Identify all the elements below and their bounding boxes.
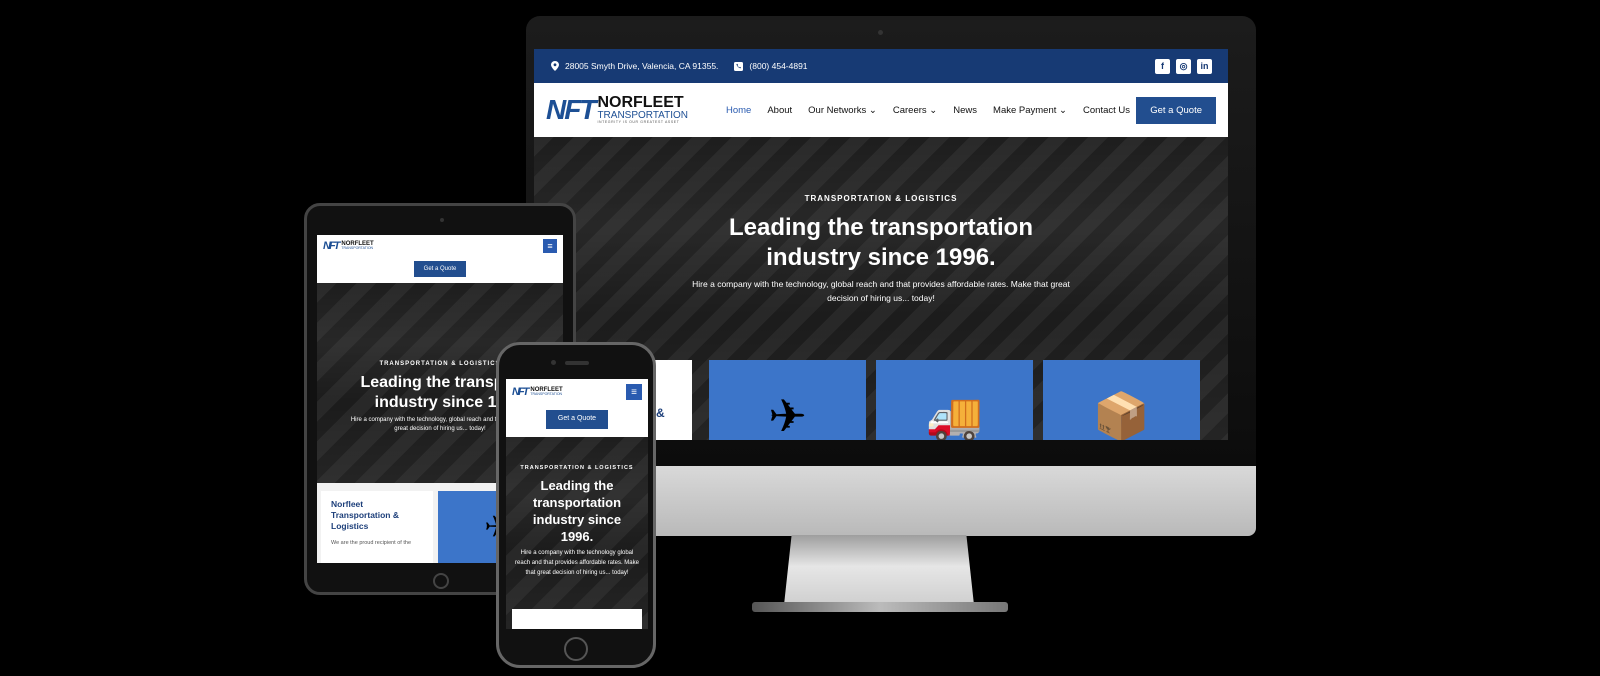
site-logo[interactable]: NFT NORFLEET TRANSPORTATION INTEGRITY IS… <box>546 94 688 126</box>
hero-body: Hire a company with the technology globa… <box>515 550 639 576</box>
instagram-icon[interactable]: ◎ <box>1176 58 1191 74</box>
imac-camera <box>878 30 883 35</box>
phone-icon <box>734 61 744 71</box>
hero-section: TRANSPORTATION & LOGISTICS Leading the t… <box>506 437 648 629</box>
phone-device: NFT NORFLEET TRANSPORTATION ≡ Get a Quot… <box>496 342 656 668</box>
hamburger-menu-icon[interactable]: ≡ <box>626 384 642 400</box>
logo-tagline: INTEGRITY IS OUR GREATEST ASSET <box>597 120 680 125</box>
tablet-home-button <box>433 573 449 589</box>
hero-title: Leading the transportation industry sinc… <box>728 214 1033 271</box>
logo-sub: TRANSPORTATION <box>341 246 374 251</box>
nav-item-news[interactable]: News <box>953 105 977 116</box>
address-item: 28005 Smyth Drive, Valencia, CA 91355. <box>550 61 718 71</box>
phone-header: NFT NORFLEET TRANSPORTATION ≡ <box>506 379 648 405</box>
hero-eyebrow: TRANSPORTATION & LOGISTICS <box>804 194 958 203</box>
phone-home-button <box>564 637 588 661</box>
airplane-icon: ✈ <box>768 390 807 440</box>
nav-item-contact-us[interactable]: Contact Us <box>1083 105 1130 116</box>
apple-logo-icon <box>864 480 894 516</box>
logo-name: NORFLEET <box>597 94 684 112</box>
phone-speaker <box>565 361 589 365</box>
chevron-down-icon: ⌄ <box>1059 104 1068 116</box>
phone-camera <box>551 360 556 365</box>
linkedin-icon[interactable]: in <box>1197 58 1212 74</box>
site-logo[interactable]: NFT NORFLEET TRANSPORTATION <box>323 240 374 252</box>
chevron-down-icon: ⌄ <box>929 104 938 116</box>
tablet-camera <box>440 218 444 222</box>
chevron-down-icon: ⌄ <box>868 104 877 116</box>
get-a-quote-button[interactable]: Get a Quote <box>1136 96 1216 124</box>
get-a-quote-button[interactable]: Get a Quote <box>413 261 467 277</box>
trucking-card[interactable]: 🚚 <box>876 360 1033 440</box>
boxes-icon: 📦 <box>1092 390 1151 440</box>
intro-card-fragment: & <box>656 406 665 420</box>
nav-item-about[interactable]: About <box>767 105 792 116</box>
address-text: 28005 Smyth Drive, Valencia, CA 91355. <box>565 61 719 71</box>
top-contact-bar: 28005 Smyth Drive, Valencia, CA 91355. (… <box>534 49 1228 83</box>
nav-item-home[interactable]: Home <box>726 105 751 116</box>
phone-intro-card <box>512 609 642 629</box>
map-pin-icon <box>550 61 559 71</box>
nav-item-make-payment[interactable]: Make Payment ⌄ <box>993 105 1067 116</box>
imac-stand <box>784 535 974 605</box>
hero-eyebrow: TRANSPORTATION & LOGISTICS <box>520 465 634 471</box>
intro-card-title: Norfleet Transportation & Logistics <box>331 499 400 531</box>
nav-item-careers[interactable]: Careers ⌄ <box>893 105 937 116</box>
warehousing-card[interactable]: 📦 <box>1043 360 1200 440</box>
tablet-header: NFT NORFLEET TRANSPORTATION ≡ <box>317 235 563 257</box>
air-freight-card[interactable]: ✈ <box>709 360 866 440</box>
logo-mark: NFT <box>323 240 340 252</box>
social-links: f ◎ in <box>1155 58 1212 74</box>
imac-stand-foot <box>752 602 1008 612</box>
facebook-icon[interactable]: f <box>1155 58 1170 74</box>
hero-body: Hire a company with the technology, glob… <box>692 279 1070 303</box>
nav-menu: Home About Our Networks ⌄ Careers ⌄ News… <box>726 105 1130 116</box>
delivery-truck-icon: 🚚 <box>925 390 984 440</box>
logo-mark: NFT <box>512 386 529 398</box>
tablet-quote-row: Get a Quote <box>317 257 563 283</box>
intro-card-body: We are the proud recipient of the <box>331 540 412 546</box>
logo-sub: TRANSPORTATION <box>530 392 563 397</box>
hamburger-menu-icon[interactable]: ≡ <box>543 239 557 253</box>
get-a-quote-button[interactable]: Get a Quote <box>545 410 609 429</box>
main-navigation: NFT NORFLEET TRANSPORTATION INTEGRITY IS… <box>534 83 1228 137</box>
logo-mark: NFT <box>546 94 596 125</box>
phone-quote-row: Get a Quote <box>506 405 648 437</box>
nav-item-our-networks[interactable]: Our Networks ⌄ <box>808 105 877 116</box>
site-logo[interactable]: NFT NORFLEET TRANSPORTATION <box>512 386 563 398</box>
phone-screen: NFT NORFLEET TRANSPORTATION ≡ Get a Quot… <box>506 379 648 629</box>
hero-title: Leading the transportation industry sinc… <box>532 478 622 544</box>
phone-item[interactable]: (800) 454-4891 <box>734 61 808 71</box>
phone-text[interactable]: (800) 454-4891 <box>749 61 807 71</box>
intro-card: Norfleet Transportation & Logistics We a… <box>321 491 433 563</box>
